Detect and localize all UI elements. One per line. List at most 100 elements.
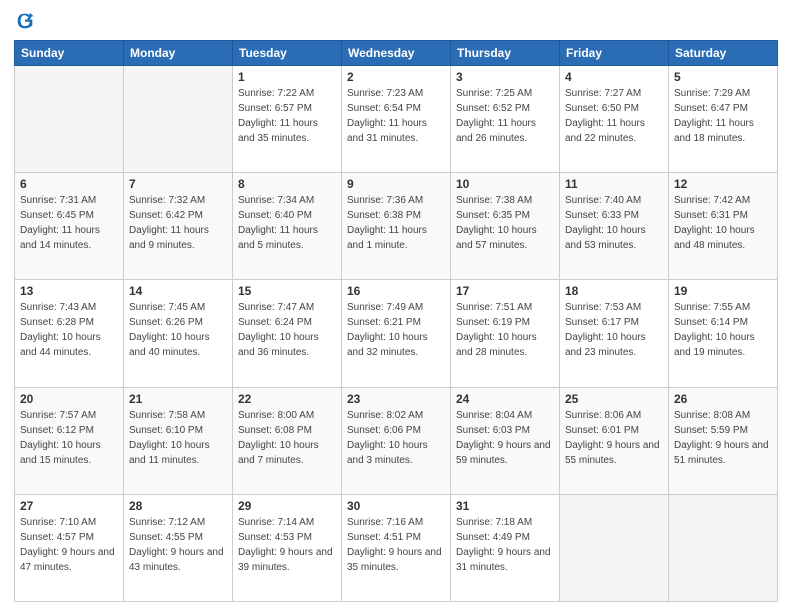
day-info: Sunrise: 8:04 AMSunset: 6:03 PMDaylight:… (456, 408, 554, 468)
day-info: Sunrise: 7:10 AMSunset: 4:57 PMDaylight:… (20, 515, 118, 575)
day-info: Sunrise: 7:53 AMSunset: 6:17 PMDaylight:… (565, 300, 663, 360)
day-number: 29 (238, 499, 336, 513)
calendar-cell: 12 Sunrise: 7:42 AMSunset: 6:31 PMDayligh… (669, 173, 778, 280)
calendar-cell: 30Sunrise: 7:16 AMSunset: 4:51 PMDayligh… (342, 494, 451, 601)
weekday-header-saturday: Saturday (669, 41, 778, 66)
day-info: Sunrise: 7:14 AMSunset: 4:53 PMDaylight:… (238, 515, 336, 575)
calendar-cell: 1 Sunrise: 7:22 AMSunset: 6:57 PMDaylight… (233, 66, 342, 173)
day-number: 11 (565, 177, 663, 191)
calendar-cell (669, 494, 778, 601)
day-info: Sunrise: 7:31 AMSunset: 6:45 PMDaylight:… (20, 193, 118, 253)
page: SundayMondayTuesdayWednesdayThursdayFrid… (0, 0, 792, 612)
day-info: Sunrise: 7:36 AMSunset: 6:38 PMDaylight:… (347, 193, 445, 253)
day-number: 21 (129, 392, 227, 406)
day-number: 4 (565, 70, 663, 84)
weekday-header-thursday: Thursday (451, 41, 560, 66)
calendar-cell: 6 Sunrise: 7:31 AMSunset: 6:45 PMDaylight… (15, 173, 124, 280)
calendar-cell: 2 Sunrise: 7:23 AMSunset: 6:54 PMDaylight… (342, 66, 451, 173)
calendar-cell: 23 Sunrise: 8:02 AMSunset: 6:06 PMDayligh… (342, 387, 451, 494)
calendar-cell: 4 Sunrise: 7:27 AMSunset: 6:50 PMDaylight… (560, 66, 669, 173)
calendar-cell: 20 Sunrise: 7:57 AMSunset: 6:12 PMDayligh… (15, 387, 124, 494)
day-number: 20 (20, 392, 118, 406)
day-info: Sunrise: 7:58 AMSunset: 6:10 PMDaylight:… (129, 408, 227, 468)
calendar-cell: 16 Sunrise: 7:49 AMSunset: 6:21 PMDayligh… (342, 280, 451, 387)
day-number: 17 (456, 284, 554, 298)
calendar-cell: 29 Sunrise: 7:14 AMSunset: 4:53 PMDayligh… (233, 494, 342, 601)
day-number: 15 (238, 284, 336, 298)
calendar-cell: 18 Sunrise: 7:53 AMSunset: 6:17 PMDayligh… (560, 280, 669, 387)
calendar-cell (15, 66, 124, 173)
weekday-header-monday: Monday (124, 41, 233, 66)
day-info: Sunrise: 7:49 AMSunset: 6:21 PMDaylight:… (347, 300, 445, 360)
day-info: Sunrise: 7:23 AMSunset: 6:54 PMDaylight:… (347, 86, 445, 146)
day-info: Sunrise: 7:38 AMSunset: 6:35 PMDaylight:… (456, 193, 554, 253)
calendar-cell: 15 Sunrise: 7:47 AMSunset: 6:24 PMDayligh… (233, 280, 342, 387)
day-number: 18 (565, 284, 663, 298)
week-row-1: 6 Sunrise: 7:31 AMSunset: 6:45 PMDaylight… (15, 173, 778, 280)
calendar-cell: 10 Sunrise: 7:38 AMSunset: 6:35 PMDayligh… (451, 173, 560, 280)
week-row-3: 20 Sunrise: 7:57 AMSunset: 6:12 PMDayligh… (15, 387, 778, 494)
day-info: Sunrise: 7:27 AMSunset: 6:50 PMDaylight:… (565, 86, 663, 146)
day-info: Sunrise: 8:02 AMSunset: 6:06 PMDaylight:… (347, 408, 445, 468)
day-number: 24 (456, 392, 554, 406)
calendar-cell (560, 494, 669, 601)
day-info: Sunrise: 7:25 AMSunset: 6:52 PMDaylight:… (456, 86, 554, 146)
weekday-header-sunday: Sunday (15, 41, 124, 66)
day-number: 16 (347, 284, 445, 298)
day-info: Sunrise: 7:34 AMSunset: 6:40 PMDaylight:… (238, 193, 336, 253)
calendar-cell: 5Sunrise: 7:29 AMSunset: 6:47 PMDaylight… (669, 66, 778, 173)
calendar-cell: 7 Sunrise: 7:32 AMSunset: 6:42 PMDaylight… (124, 173, 233, 280)
day-info: Sunrise: 7:47 AMSunset: 6:24 PMDaylight:… (238, 300, 336, 360)
weekday-header-wednesday: Wednesday (342, 41, 451, 66)
week-row-4: 27Sunrise: 7:10 AMSunset: 4:57 PMDayligh… (15, 494, 778, 601)
day-number: 31 (456, 499, 554, 513)
header (14, 10, 778, 32)
day-number: 26 (674, 392, 772, 406)
calendar-cell (124, 66, 233, 173)
calendar-cell: 27Sunrise: 7:10 AMSunset: 4:57 PMDayligh… (15, 494, 124, 601)
calendar-cell: 25 Sunrise: 8:06 AMSunset: 6:01 PMDayligh… (560, 387, 669, 494)
calendar-cell: 17 Sunrise: 7:51 AMSunset: 6:19 PMDayligh… (451, 280, 560, 387)
weekday-header-friday: Friday (560, 41, 669, 66)
day-number: 13 (20, 284, 118, 298)
calendar-cell: 8 Sunrise: 7:34 AMSunset: 6:40 PMDaylight… (233, 173, 342, 280)
day-number: 1 (238, 70, 336, 84)
calendar-cell: 22Sunrise: 8:00 AMSunset: 6:08 PMDayligh… (233, 387, 342, 494)
day-info: Sunrise: 7:57 AMSunset: 6:12 PMDaylight:… (20, 408, 118, 468)
day-number: 23 (347, 392, 445, 406)
day-info: Sunrise: 8:06 AMSunset: 6:01 PMDaylight:… (565, 408, 663, 468)
day-number: 7 (129, 177, 227, 191)
day-info: Sunrise: 8:00 AMSunset: 6:08 PMDaylight:… (238, 408, 336, 468)
week-row-0: 1 Sunrise: 7:22 AMSunset: 6:57 PMDaylight… (15, 66, 778, 173)
calendar-cell: 26 Sunrise: 8:08 AMSunset: 5:59 PMDayligh… (669, 387, 778, 494)
day-number: 28 (129, 499, 227, 513)
day-info: Sunrise: 7:18 AMSunset: 4:49 PMDaylight:… (456, 515, 554, 575)
day-number: 2 (347, 70, 445, 84)
day-info: Sunrise: 7:42 AMSunset: 6:31 PMDaylight:… (674, 193, 772, 253)
day-number: 12 (674, 177, 772, 191)
day-info: Sunrise: 7:45 AMSunset: 6:26 PMDaylight:… (129, 300, 227, 360)
logo (14, 10, 41, 32)
day-info: Sunrise: 7:55 AMSunset: 6:14 PMDaylight:… (674, 300, 772, 360)
calendar-cell: 28Sunrise: 7:12 AMSunset: 4:55 PMDayligh… (124, 494, 233, 601)
calendar-cell: 31 Sunrise: 7:18 AMSunset: 4:49 PMDayligh… (451, 494, 560, 601)
day-number: 25 (565, 392, 663, 406)
calendar-cell: 11Sunrise: 7:40 AMSunset: 6:33 PMDayligh… (560, 173, 669, 280)
day-info: Sunrise: 7:51 AMSunset: 6:19 PMDaylight:… (456, 300, 554, 360)
day-number: 6 (20, 177, 118, 191)
week-row-2: 13 Sunrise: 7:43 AMSunset: 6:28 PMDayligh… (15, 280, 778, 387)
calendar-cell: 14 Sunrise: 7:45 AMSunset: 6:26 PMDayligh… (124, 280, 233, 387)
calendar-cell: 9Sunrise: 7:36 AMSunset: 6:38 PMDaylight… (342, 173, 451, 280)
day-info: Sunrise: 7:32 AMSunset: 6:42 PMDaylight:… (129, 193, 227, 253)
day-info: Sunrise: 7:16 AMSunset: 4:51 PMDaylight:… (347, 515, 445, 575)
day-number: 10 (456, 177, 554, 191)
day-number: 14 (129, 284, 227, 298)
day-info: Sunrise: 8:08 AMSunset: 5:59 PMDaylight:… (674, 408, 772, 468)
day-number: 8 (238, 177, 336, 191)
day-number: 5 (674, 70, 772, 84)
calendar-cell: 13 Sunrise: 7:43 AMSunset: 6:28 PMDayligh… (15, 280, 124, 387)
day-info: Sunrise: 7:43 AMSunset: 6:28 PMDaylight:… (20, 300, 118, 360)
day-info: Sunrise: 7:22 AMSunset: 6:57 PMDaylight:… (238, 86, 336, 146)
weekday-header-tuesday: Tuesday (233, 41, 342, 66)
calendar-cell: 21 Sunrise: 7:58 AMSunset: 6:10 PMDayligh… (124, 387, 233, 494)
